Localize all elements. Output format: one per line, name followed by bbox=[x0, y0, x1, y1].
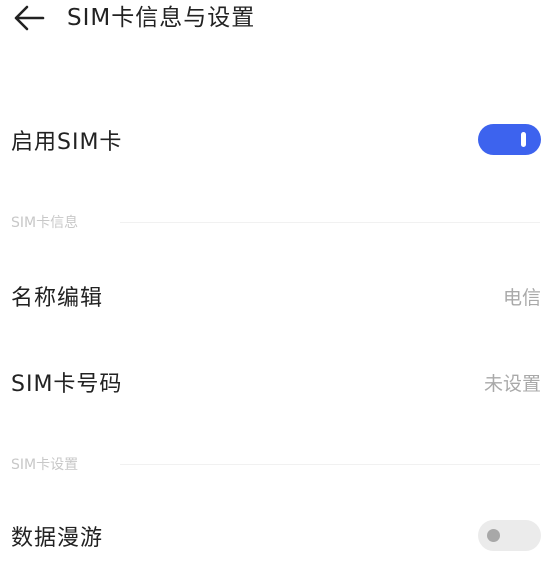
page-title: SIM卡信息与设置 bbox=[67, 5, 256, 31]
section-divider bbox=[120, 464, 540, 465]
toggle-knob bbox=[487, 529, 500, 542]
data-roaming-label: 数据漫游 bbox=[11, 526, 104, 551]
sim-number-value: 未设置 bbox=[483, 373, 541, 395]
section-divider bbox=[120, 222, 540, 223]
section-header-sim-info: SIM卡信息 bbox=[11, 215, 79, 231]
top-bar: SIM卡信息与设置 bbox=[0, 0, 552, 40]
sim-number-label: SIM卡号码 bbox=[11, 372, 123, 397]
data-roaming-toggle[interactable] bbox=[478, 520, 541, 551]
enable-sim-label: 启用SIM卡 bbox=[11, 130, 123, 155]
enable-sim-toggle[interactable] bbox=[478, 124, 541, 155]
enable-sim-row[interactable]: 启用SIM卡 bbox=[0, 118, 552, 162]
name-edit-row[interactable]: 名称编辑 电信 bbox=[0, 276, 552, 316]
section-header-sim-settings: SIM卡设置 bbox=[11, 457, 79, 473]
name-edit-label: 名称编辑 bbox=[11, 286, 104, 311]
name-edit-value: 电信 bbox=[502, 287, 541, 309]
sim-number-row[interactable]: SIM卡号码 未设置 bbox=[0, 362, 552, 402]
back-arrow-icon[interactable] bbox=[12, 4, 46, 32]
data-roaming-row[interactable]: 数据漫游 bbox=[0, 514, 552, 558]
toggle-knob bbox=[521, 132, 526, 147]
